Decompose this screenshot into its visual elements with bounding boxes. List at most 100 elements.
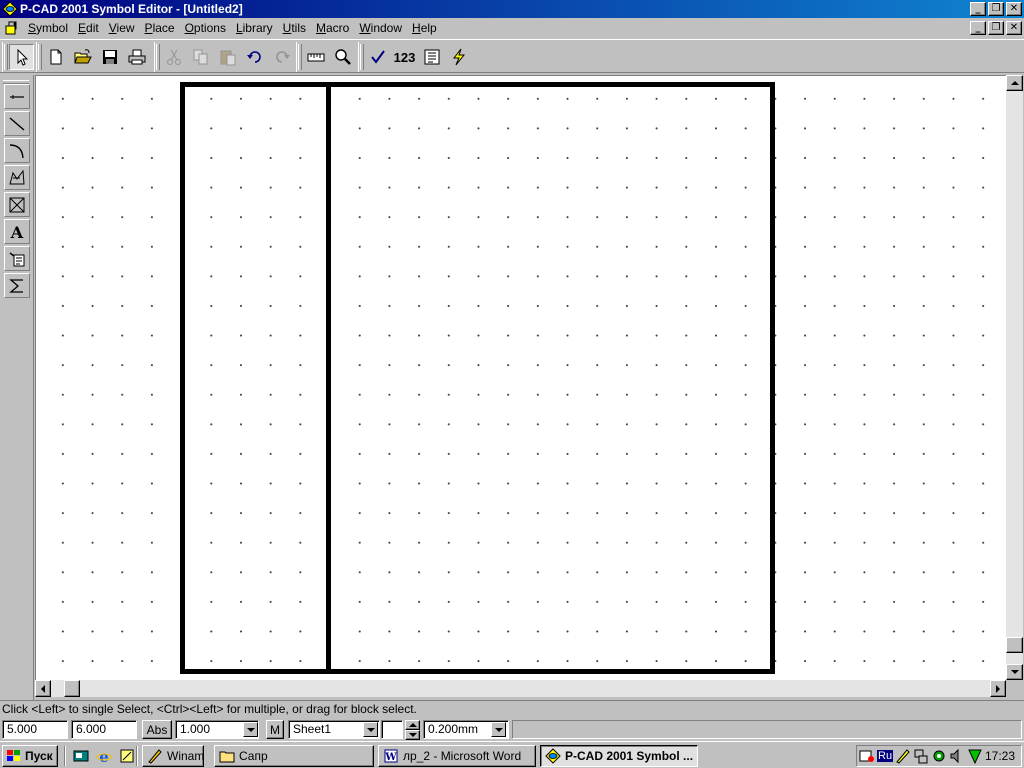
horizontal-scrollbar[interactable] — [35, 680, 1006, 697]
menu-options[interactable]: Options — [181, 21, 232, 35]
taskbar-task-label: лр_2 - Microsoft Word — [403, 749, 522, 763]
print-button[interactable] — [124, 44, 149, 70]
menu-macro[interactable]: Macro — [312, 21, 355, 35]
doc-restore-button[interactable]: ❐ — [988, 21, 1004, 35]
menu-label-rest: lace — [152, 21, 175, 35]
symbol-outline-rectangle[interactable] — [180, 82, 775, 674]
restore-button[interactable]: ❐ — [988, 2, 1004, 16]
spin-up-button[interactable] — [405, 720, 420, 730]
renumber-button[interactable]: 123 — [392, 44, 417, 70]
menu-window[interactable]: Window — [355, 21, 408, 35]
zoom-icon — [334, 49, 351, 65]
place-text-button[interactable]: A — [4, 219, 30, 244]
quicklaunch-app[interactable] — [118, 747, 136, 765]
quicklaunch-app-icon — [120, 749, 134, 763]
tray-network-icon[interactable] — [913, 748, 929, 764]
symbol-wizard-button[interactable] — [419, 44, 444, 70]
sheet-dropdown-button[interactable] — [363, 722, 378, 737]
place-ref-point-button[interactable] — [4, 192, 30, 217]
menu-view[interactable]: View — [105, 21, 141, 35]
undo-button[interactable] — [242, 44, 267, 70]
line-width-dropdown-button[interactable] — [491, 722, 506, 737]
tray-app-icon[interactable] — [859, 748, 875, 764]
redo-button[interactable] — [269, 44, 294, 70]
language-indicator[interactable]: Ru — [877, 750, 894, 762]
menu-accel-letter: S — [28, 21, 37, 35]
grid-dropdown-button[interactable] — [243, 722, 258, 737]
drawing-canvas[interactable] — [35, 75, 1006, 680]
menu-accel-letter: E — [78, 21, 87, 35]
manual-grid-button[interactable]: M — [266, 720, 284, 739]
paste-button[interactable] — [215, 44, 240, 70]
menu-edit[interactable]: Edit — [74, 21, 105, 35]
place-pin-button[interactable] — [4, 84, 30, 109]
save-button[interactable] — [97, 44, 122, 70]
quicklaunch-ie[interactable]: e — [95, 747, 113, 765]
clock[interactable]: 17:23 — [985, 749, 1015, 763]
place-attribute-button[interactable] — [4, 246, 30, 271]
document-icon[interactable] — [4, 20, 20, 36]
new-button[interactable] — [43, 44, 68, 70]
scroll-up-button[interactable] — [1006, 75, 1023, 91]
tray-volume-icon[interactable] — [949, 748, 965, 764]
scroll-left-button[interactable] — [35, 680, 51, 697]
menu-help[interactable]: Help — [408, 21, 443, 35]
color-swatch[interactable] — [381, 720, 403, 739]
scroll-down-button[interactable] — [1006, 664, 1023, 680]
vertical-scrollbar[interactable] — [1006, 75, 1023, 680]
menu-place[interactable]: Place — [141, 21, 181, 35]
menu-label-rest: indow — [370, 21, 403, 35]
cut-button[interactable] — [161, 44, 186, 70]
open-button[interactable] — [70, 44, 95, 70]
place-arc-button[interactable] — [4, 138, 30, 163]
start-label: Пуск — [25, 749, 53, 763]
start-button[interactable]: Пуск — [2, 745, 58, 767]
save-to-library-button[interactable] — [446, 44, 471, 70]
place-field-button[interactable] — [4, 273, 30, 298]
tray-antivirus-icon[interactable] — [967, 748, 983, 764]
window-title: P-CAD 2001 Symbol Editor - [Untitled2] — [20, 2, 243, 16]
show-desktop-icon — [73, 750, 89, 762]
doc-close-button[interactable]: ✕ — [1006, 21, 1022, 35]
menu-accel-letter: V — [108, 21, 117, 35]
copy-button[interactable] — [188, 44, 213, 70]
validate-button[interactable] — [365, 44, 390, 70]
menu-library[interactable]: Library — [232, 21, 279, 35]
arrow-right-icon — [996, 684, 1000, 693]
horizontal-scroll-thumb[interactable] — [64, 680, 80, 697]
zoom-button[interactable] — [330, 44, 355, 70]
y-coordinate-field[interactable]: 6.000 — [71, 720, 137, 739]
taskbar-task-pcad[interactable]: P-CAD 2001 Symbol ... — [540, 745, 698, 767]
place-polygon-button[interactable] — [4, 165, 30, 190]
chevron-down-icon — [246, 727, 255, 732]
close-button[interactable]: ✕ — [1006, 2, 1022, 16]
place-line-button[interactable] — [4, 111, 30, 136]
arrow-left-icon — [41, 684, 45, 693]
menu-accel-letter: M — [316, 21, 326, 35]
new-file-icon — [50, 49, 61, 65]
placement-toolbar: A — [0, 75, 34, 701]
x-coordinate-field[interactable]: 5.000 — [2, 720, 68, 739]
abs-rel-toggle-button[interactable]: Abs — [142, 720, 172, 739]
scroll-right-button[interactable] — [990, 680, 1006, 697]
taskbar-task-winamp[interactable]: Winamp — [142, 745, 204, 767]
spin-down-button[interactable] — [405, 730, 420, 740]
quicklaunch-desktop[interactable] — [72, 747, 90, 765]
taskbar-task-label: Winamp — [167, 749, 204, 763]
menu-label-rest: elp — [420, 21, 437, 35]
menu-symbol[interactable]: Symbol — [24, 21, 74, 35]
select-tool-button[interactable] — [9, 44, 34, 70]
taskbar-task-folder[interactable]: Сапр — [214, 745, 374, 767]
taskbar-task-word[interactable]: Wлр_2 - Microsoft Word — [378, 745, 536, 767]
minimize-button[interactable]: _ — [970, 2, 986, 16]
tray-pencil-icon[interactable] — [895, 748, 911, 764]
vertical-scroll-thumb[interactable] — [1006, 637, 1023, 653]
title-bar[interactable]: P-CAD 2001 Symbol Editor - [Untitled2] _… — [0, 0, 1024, 18]
measure-button[interactable] — [303, 44, 328, 70]
tray-gear-icon[interactable] — [931, 748, 947, 764]
menu-utils[interactable]: Utils — [279, 21, 312, 35]
symbol-divider-line[interactable] — [326, 82, 331, 674]
line-width-value: 0.200mm — [428, 722, 479, 736]
taskbar-separator — [64, 746, 66, 766]
doc-minimize-button[interactable]: _ — [970, 21, 986, 35]
